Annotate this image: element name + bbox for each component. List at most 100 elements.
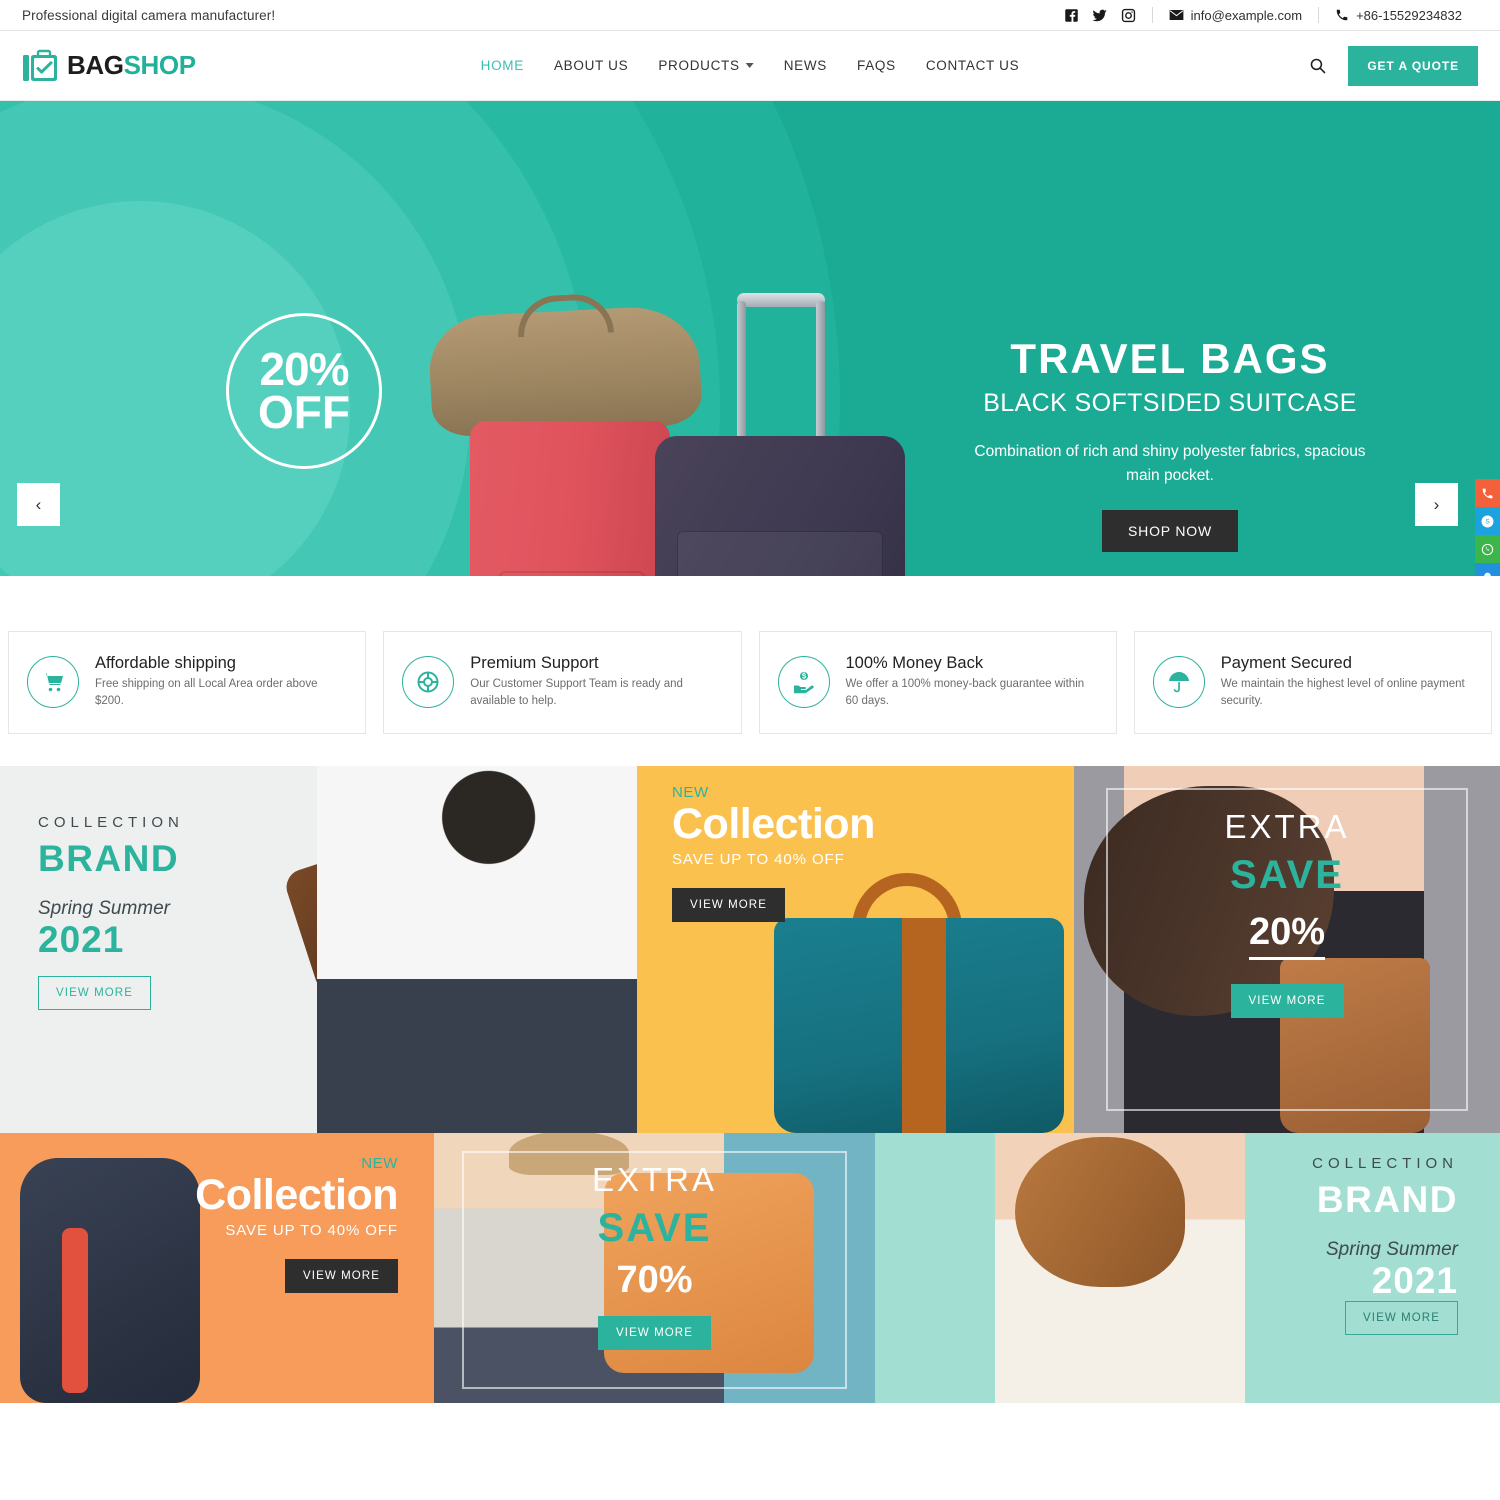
promo-content: COLLECTION BRAND Spring Summer 2021 VIEW… [1312,1155,1458,1336]
model-hair-image [1015,1136,1185,1287]
promo-subtitle: SAVE UP TO 40% OFF [225,1221,398,1239]
rail-whatsapp-icon[interactable] [1475,535,1500,563]
feature-title: Payment Secured [1220,654,1352,672]
feature-text: Premium Support Our Customer Support Tea… [470,654,722,711]
feature-title: 100% Money Back [845,654,984,672]
main-nav: HOME ABOUT US PRODUCTS NEWS FAQS CONTACT… [481,58,1020,73]
promo-tile-orange[interactable]: NEW Collection SAVE UP TO 40% OFF VIEW M… [0,1132,434,1403]
nav-item-news[interactable]: NEWS [784,58,827,73]
feature-description: Free shipping on all Local Area order ab… [95,678,318,708]
promo-percent-wrap: 20% [1074,910,1500,961]
model-man-image [317,765,637,1133]
nav-item-contact-us[interactable]: CONTACT US [926,58,1020,73]
navy-suitcase-image [655,436,905,576]
promo-percent-wrap: 70% [434,1259,875,1302]
promo-tile-yellow[interactable]: NEW Collection SAVE UP TO 40% OFF VIEW M… [637,765,1074,1133]
promo-tile-mint[interactable]: COLLECTION BRAND Spring Summer 2021 VIEW… [875,1132,1500,1403]
duffel-bag-image [427,304,703,438]
nav-label: CONTACT US [925,58,1020,73]
view-more-button[interactable]: VIEW MORE [38,976,151,1011]
nav-item-products[interactable]: PRODUCTS [658,58,754,73]
feature-description: We maintain the highest level of online … [1220,678,1465,708]
facebook-icon[interactable] [1064,8,1079,23]
hero-subtitle: BLACK SOFTSIDED SUITCASE [983,389,1357,418]
view-more-button[interactable]: VIEW MORE [1345,1301,1458,1336]
phone-icon [1335,8,1349,22]
promo-row-1: COLLECTION BRAND Spring Summer 2021 VIEW… [0,765,1500,1133]
phone-text: +86-15529234832 [1356,7,1462,23]
promo-kicker: COLLECTION [1312,1154,1458,1172]
discount-badge: 20% OFF [226,313,382,469]
umbrella-icon [1152,656,1205,709]
feature-title: Premium Support [470,654,599,672]
feature-title: Affordable shipping [95,654,236,672]
twitter-icon[interactable] [1092,8,1108,23]
nav-label: NEWS [783,58,828,73]
envelope-icon [1169,9,1184,21]
rail-phone-icon[interactable] [1475,479,1500,507]
handle-bar-left [737,301,746,441]
hand-money-icon [777,656,830,709]
site-header: BAGSHOP HOME ABOUT US PRODUCTS NEWS FAQS… [0,31,1500,101]
promo-year: 2021 [1371,1259,1458,1301]
carousel-prev-button[interactable]: ‹ [17,483,60,526]
instagram-icon[interactable] [1121,8,1136,23]
feature-description: Our Customer Support Team is ready and a… [470,678,683,708]
top-bar: Professional digital camera manufacturer… [0,0,1500,31]
feature-text: Payment Secured We maintain the highest … [1221,654,1473,711]
view-more-button[interactable]: VIEW MORE [285,1258,398,1293]
pocket [677,531,883,576]
discount-off-label: OFF [258,386,350,438]
suitcase-check-icon [22,49,58,83]
hero-slide: 20% OFF TRAVEL BAGS BLACK SOFTSIDED SUIT… [0,101,1500,576]
nav-label: PRODUCTS [658,58,740,73]
view-more-button[interactable]: VIEW MORE [598,1315,711,1350]
phone-contact[interactable]: +86-15529234832 [1319,8,1478,23]
promo-tile-blue[interactable]: EXTRA SAVE 70% VIEW MORE [434,1132,875,1403]
rail-qq-icon[interactable] [1475,563,1500,576]
feature-premium-support: Premium Support Our Customer Support Tea… [383,631,742,734]
feature-text: Affordable shipping Free shipping on all… [95,654,347,711]
hero-description: Combination of rich and shiny polyester … [974,443,1366,485]
promo-row-2: NEW Collection SAVE UP TO 40% OFF VIEW M… [0,1132,1500,1403]
view-more-button[interactable]: VIEW MORE [672,887,785,922]
promo-kicker: NEW [361,1154,398,1172]
promo-kicker: COLLECTION [38,813,184,831]
promo-content: NEW Collection SAVE UP TO 40% OFF VIEW M… [672,784,875,922]
promo-content: EXTRA SAVE 70% VIEW MORE [434,1161,875,1350]
handle-bar-right [816,301,825,441]
handle-top [737,293,825,307]
promo-tile-brand-light[interactable]: COLLECTION BRAND Spring Summer 2021 VIEW… [0,765,637,1133]
rail-skype-icon[interactable]: S [1475,507,1500,535]
discount-percent: 20% [259,343,349,396]
bag-band-image [902,917,946,1133]
shop-now-button[interactable]: SHOP NOW [1102,510,1238,553]
view-more-button[interactable]: VIEW MORE [1230,984,1344,1019]
email-text: info@example.com [1190,7,1303,23]
promo-line-percent: 70% [616,1258,693,1301]
topbar-contacts: info@example.com +86-15529234832 [1064,7,1478,23]
promo-content: NEW Collection SAVE UP TO 40% OFF VIEW M… [195,1155,398,1293]
nav-item-home[interactable]: HOME [481,58,524,73]
feature-description: We offer a 100% money-back guarantee wit… [845,678,1085,708]
promo-title: Collection [672,799,875,848]
promo-tile-grey[interactable]: EXTRA SAVE 20% VIEW MORE [1074,765,1500,1133]
promo-content: COLLECTION BRAND Spring Summer 2021 VIEW… [38,814,184,1011]
logo-text-bag: BAG [67,50,124,80]
nav-item-faqs[interactable]: FAQS [857,58,896,73]
nav-item-about-us[interactable]: ABOUT US [554,58,628,73]
feature-payment-secured: Payment Secured We maintain the highest … [1133,631,1492,734]
logo[interactable]: BAGSHOP [22,49,196,83]
search-icon[interactable] [1309,57,1326,74]
promo-line-percent: 20% [1248,910,1326,961]
get-a-quote-button[interactable]: GET A QUOTE [1348,45,1478,86]
lifebuoy-icon [402,656,455,709]
page-root: Professional digital camera manufacturer… [0,0,1500,1500]
email-contact[interactable]: info@example.com [1153,8,1318,23]
social-links [1064,8,1152,23]
floating-contact-rail: S [1475,479,1500,576]
nav-label: FAQS [857,58,896,73]
svg-text:S: S [1485,518,1490,525]
carousel-next-button[interactable]: › [1415,483,1458,526]
telescopic-handle-image [737,293,825,441]
